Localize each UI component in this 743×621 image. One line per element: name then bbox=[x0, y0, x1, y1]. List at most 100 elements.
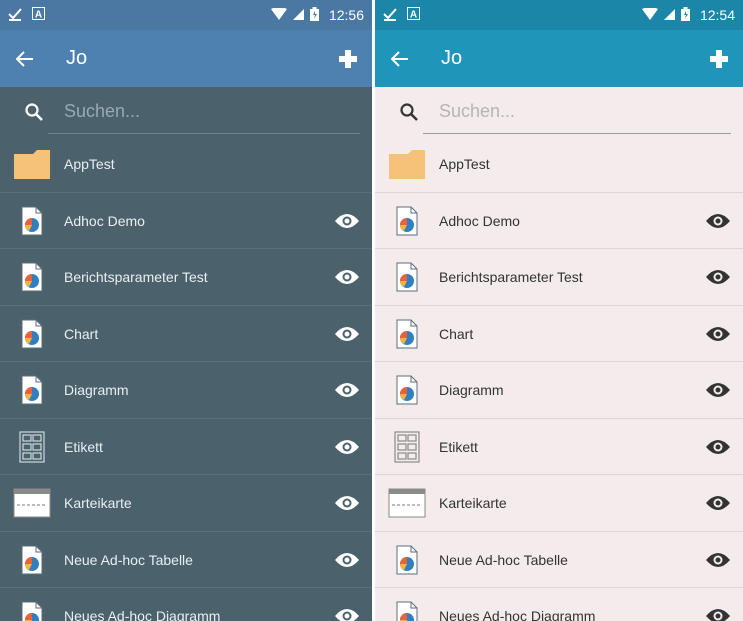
list-item-diagramm[interactable]: Diagramm bbox=[0, 362, 372, 419]
list-item-label: AppTest bbox=[439, 156, 490, 173]
add-button[interactable] bbox=[695, 30, 743, 87]
report-chart-icon bbox=[375, 601, 439, 621]
list-item-adhoc-demo[interactable]: Adhoc Demo bbox=[0, 193, 372, 249]
search-icon bbox=[24, 102, 52, 122]
list-item-label: Neues Ad-hoc Diagramm bbox=[439, 608, 596, 621]
page-title: Jo bbox=[441, 47, 463, 69]
list-item-neues-ad-hoc-diagramm[interactable]: Neues Ad-hoc Diagramm bbox=[0, 588, 372, 621]
back-button[interactable] bbox=[375, 30, 425, 87]
list-item-label: Chart bbox=[439, 325, 474, 342]
list-item-adhoc-demo[interactable]: Adhoc Demo bbox=[375, 193, 743, 249]
app-bar: Jo bbox=[0, 30, 372, 87]
list-item-apptest[interactable]: AppTest bbox=[375, 136, 743, 193]
search-icon bbox=[399, 102, 427, 122]
search-input[interactable] bbox=[439, 101, 699, 122]
wifi-icon bbox=[641, 6, 658, 23]
search-underline bbox=[423, 133, 731, 134]
report-chart-icon bbox=[0, 262, 64, 292]
report-chart-icon bbox=[375, 262, 439, 292]
back-button[interactable] bbox=[0, 30, 50, 87]
list-item-label: Neues Ad-hoc Diagramm bbox=[64, 608, 221, 621]
download-done-icon bbox=[8, 7, 22, 24]
list-item-label: Neue Ad-hoc Tabelle bbox=[439, 551, 568, 568]
report-chart-icon bbox=[0, 319, 64, 349]
list-item-label: Etikett bbox=[64, 438, 103, 455]
search-bar bbox=[0, 87, 372, 136]
eye-icon[interactable] bbox=[693, 551, 743, 569]
list-item-neues-ad-hoc-diagramm[interactable]: Neues Ad-hoc Diagramm bbox=[375, 588, 743, 621]
index-card-icon bbox=[0, 488, 64, 518]
report-chart-icon bbox=[375, 545, 439, 575]
page-title: Jo bbox=[66, 47, 88, 69]
eye-icon[interactable] bbox=[693, 212, 743, 230]
list-item-label: Adhoc Demo bbox=[439, 212, 520, 229]
report-chart-icon bbox=[0, 375, 64, 405]
report-chart-icon bbox=[0, 601, 64, 621]
svg-text:A: A bbox=[410, 10, 417, 21]
status-bar: A 12:54 bbox=[375, 0, 743, 30]
eye-icon[interactable] bbox=[693, 494, 743, 512]
notification-a-icon: A bbox=[407, 7, 420, 23]
list-item-label: Karteikarte bbox=[64, 495, 132, 512]
report-chart-icon bbox=[0, 206, 64, 236]
download-done-icon bbox=[383, 7, 397, 24]
arrow-left-icon bbox=[16, 50, 33, 67]
list-item-label: Berichtsparameter Test bbox=[64, 269, 208, 286]
folder-icon bbox=[375, 148, 439, 180]
phone-light-theme: A 12:54 Jo Suchen... AppTest Adhoc Demo … bbox=[375, 0, 743, 621]
eye-icon[interactable] bbox=[693, 607, 743, 621]
item-list: AppTest Adhoc Demo Berichtsparameter Test C… bbox=[0, 136, 372, 621]
list-area: AppTest Adhoc Demo Berichtsparameter Test C… bbox=[375, 87, 743, 621]
eye-icon[interactable] bbox=[322, 212, 372, 230]
eye-icon[interactable] bbox=[322, 325, 372, 343]
signal-icon bbox=[663, 8, 675, 23]
list-item-apptest[interactable]: AppTest bbox=[0, 136, 372, 193]
eye-icon[interactable] bbox=[322, 494, 372, 512]
add-button[interactable] bbox=[324, 30, 372, 87]
list-item-label: Neue Ad-hoc Tabelle bbox=[64, 551, 193, 568]
item-list: AppTest Adhoc Demo Berichtsparameter Test C… bbox=[375, 136, 743, 621]
list-item-chart[interactable]: Chart bbox=[0, 306, 372, 362]
report-chart-icon bbox=[0, 545, 64, 575]
index-card-icon bbox=[375, 488, 439, 518]
eye-icon[interactable] bbox=[693, 268, 743, 286]
list-item-etikett[interactable]: Etikett bbox=[0, 419, 372, 475]
list-item-label: Berichtsparameter Test bbox=[439, 269, 583, 286]
plus-icon bbox=[710, 49, 728, 68]
list-item-diagramm[interactable]: Diagramm bbox=[375, 362, 743, 419]
list-item-berichtsparameter-test[interactable]: Berichtsparameter Test bbox=[375, 249, 743, 306]
list-item-etikett[interactable]: Etikett bbox=[375, 419, 743, 475]
list-item-neue-ad-hoc-tabelle[interactable]: Neue Ad-hoc Tabelle bbox=[375, 532, 743, 588]
eye-icon[interactable] bbox=[322, 268, 372, 286]
list-item-label: Diagramm bbox=[64, 382, 129, 399]
list-item-label: AppTest bbox=[64, 156, 115, 173]
label-grid-icon bbox=[0, 431, 64, 463]
search-bar bbox=[375, 87, 743, 136]
notification-a-icon: A bbox=[32, 7, 45, 23]
svg-text:A: A bbox=[35, 10, 42, 21]
list-item-karteikarte[interactable]: Karteikarte bbox=[0, 475, 372, 532]
list-item-neue-ad-hoc-tabelle[interactable]: Neue Ad-hoc Tabelle bbox=[0, 532, 372, 588]
list-item-berichtsparameter-test[interactable]: Berichtsparameter Test bbox=[0, 249, 372, 306]
eye-icon[interactable] bbox=[322, 438, 372, 456]
app-bar: Jo bbox=[375, 30, 743, 87]
list-item-label: Karteikarte bbox=[439, 495, 507, 512]
search-input[interactable] bbox=[64, 101, 324, 122]
status-bar: A 12:56 bbox=[0, 0, 372, 30]
eye-icon[interactable] bbox=[322, 551, 372, 569]
eye-icon[interactable] bbox=[322, 607, 372, 621]
list-item-karteikarte[interactable]: Karteikarte bbox=[375, 475, 743, 532]
label-grid-icon bbox=[375, 431, 439, 463]
status-time: 12:56 bbox=[328, 7, 364, 23]
eye-icon[interactable] bbox=[322, 381, 372, 399]
eye-icon[interactable] bbox=[693, 325, 743, 343]
signal-icon bbox=[292, 8, 304, 23]
list-item-label: Diagramm bbox=[439, 382, 504, 399]
arrow-left-icon bbox=[391, 50, 408, 67]
report-chart-icon bbox=[375, 375, 439, 405]
eye-icon[interactable] bbox=[693, 438, 743, 456]
eye-icon[interactable] bbox=[693, 381, 743, 399]
status-time: 12:54 bbox=[699, 7, 735, 23]
list-item-chart[interactable]: Chart bbox=[375, 306, 743, 362]
plus-icon bbox=[339, 49, 357, 68]
